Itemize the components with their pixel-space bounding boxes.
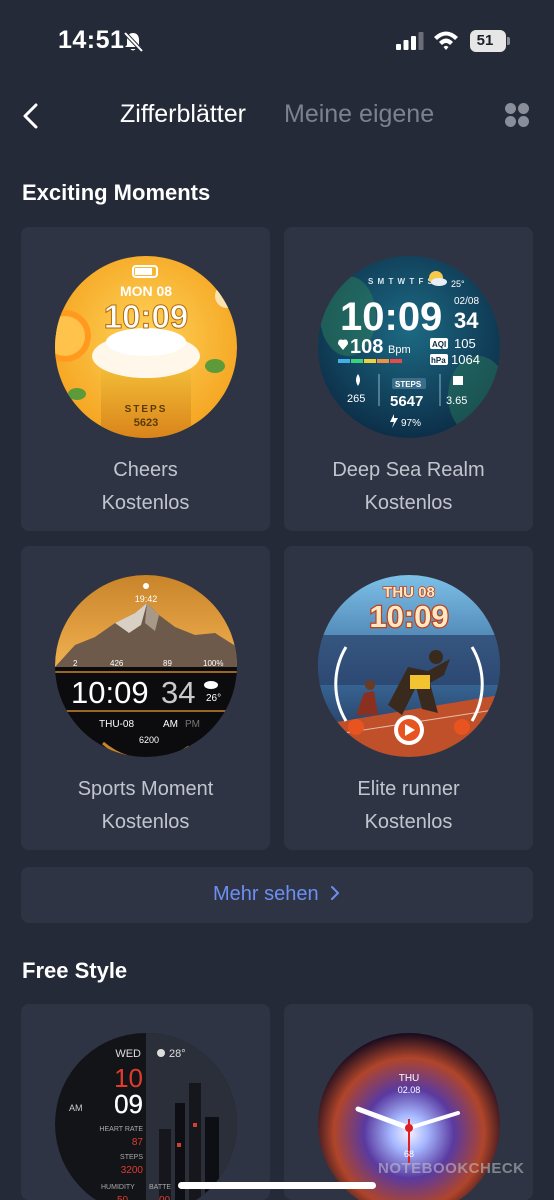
- deepsea-seconds: 34: [454, 308, 479, 333]
- deepsea-hpa: 1064: [451, 352, 480, 367]
- bell-muted-icon: [123, 31, 144, 53]
- see-more-button[interactable]: Mehr sehen: [21, 867, 533, 923]
- sports-stat4: 100%: [203, 659, 223, 668]
- cellular-signal-icon: [396, 32, 424, 50]
- sports-seconds: 34: [161, 675, 195, 710]
- sports-sunset: 19:42: [135, 594, 158, 604]
- watchface-preview-elite-runner: THU 08 10:09: [318, 575, 500, 757]
- watchface-price: Kostenlos: [101, 811, 190, 833]
- city-heart-label: HEART RATE: [99, 1126, 143, 1133]
- tab-my-own[interactable]: Meine eigene: [284, 100, 434, 129]
- watchface-name: Deep Sea Realm: [332, 459, 485, 481]
- back-chevron-icon[interactable]: [20, 102, 42, 130]
- cheers-date: MON 08: [120, 283, 172, 299]
- runner-time: 10:09: [369, 599, 448, 634]
- nebula-date: 02.08: [398, 1085, 421, 1095]
- sports-stat2: 426: [110, 659, 124, 668]
- sports-temp: 26°: [206, 693, 221, 704]
- watchface-card-freestyle-1[interactable]: WED 28° 10 09 AM HEART RATE 87 STEPS 320…: [21, 1004, 270, 1200]
- deepsea-battery: 97%: [401, 418, 421, 429]
- battery-icon: 51: [470, 30, 510, 52]
- sports-stat3: 89: [163, 659, 172, 668]
- watchface-preview-city: WED 28° 10 09 AM HEART RATE 87 STEPS 320…: [55, 1033, 237, 1200]
- city-minute: 09: [114, 1089, 143, 1119]
- status-time: 14:51: [58, 26, 125, 54]
- watchface-name: Elite runner: [357, 778, 460, 800]
- battery-level: 51: [476, 32, 494, 49]
- sports-steps: 6200: [139, 735, 159, 745]
- city-humidity: 50: [117, 1195, 129, 1200]
- sports-date: THU-08: [99, 719, 134, 730]
- deepsea-calories: 265: [347, 393, 365, 405]
- city-steps: 3200: [121, 1165, 144, 1176]
- deepsea-aqi: 105: [454, 336, 476, 351]
- wifi-icon: [434, 31, 458, 50]
- watchface-price: Kostenlos: [101, 492, 190, 514]
- watchface-card-cheers[interactable]: MON 08 10:09 STEPS 5623 Cheers Kostenlos: [21, 227, 270, 531]
- chevron-right-icon: [331, 886, 340, 900]
- deepsea-aqi-label: AQI: [432, 340, 446, 349]
- city-humidity-label: HUMIDITY: [101, 1184, 135, 1191]
- watermark: NOTEBOOKCHECK: [378, 1160, 525, 1177]
- watchface-price: Kostenlos: [364, 811, 453, 833]
- tab-watch-faces[interactable]: Zifferblätter: [120, 100, 246, 129]
- see-more-label: Mehr sehen: [212, 883, 319, 905]
- watchface-card-sports-moment[interactable]: 19:42 2 426 89 100% 10:09 34 26° THU-08 …: [21, 546, 270, 850]
- city-ampm: AM: [69, 1103, 83, 1113]
- sports-ampm: AM: [163, 719, 178, 730]
- section-title-exciting-moments: Exciting Moments: [22, 180, 211, 205]
- city-day: WED: [115, 1048, 141, 1060]
- watchface-card-elite-runner[interactable]: THU 08 10:09 Elite runner Kostenlos: [284, 546, 533, 850]
- city-heart: 87: [132, 1137, 144, 1148]
- city-steps-label: STEPS: [120, 1154, 143, 1161]
- deepsea-weekdays: S M T W T F S: [368, 277, 434, 286]
- deepsea-time: 10:09: [340, 295, 442, 339]
- deepsea-steps-label: STEPS: [395, 380, 422, 389]
- city-battery: 00: [159, 1195, 171, 1200]
- cheers-steps-label: STEPS: [125, 404, 168, 415]
- nebula-bottom: 68: [404, 1149, 414, 1159]
- deepsea-bpm-unit: Bpm: [388, 344, 411, 356]
- section-title-free-style: Free Style: [22, 958, 128, 983]
- deepsea-hpa-label: hPa: [431, 356, 446, 365]
- watchface-preview-cheers: MON 08 10:09 STEPS 5623: [55, 256, 237, 438]
- sports-time: 10:09: [71, 675, 149, 710]
- grid-menu-icon[interactable]: [504, 102, 530, 128]
- cheers-steps: 5623: [134, 417, 158, 429]
- deepsea-steps: 5647: [390, 393, 423, 410]
- home-indicator[interactable]: [178, 1182, 376, 1189]
- city-temp: 28°: [169, 1048, 186, 1060]
- nebula-day: THU: [399, 1073, 420, 1084]
- sports-stat1: 2: [73, 659, 78, 668]
- cheers-time: 10:09: [104, 298, 188, 335]
- watchface-name: Cheers: [113, 459, 178, 481]
- deepsea-bpm: 108: [350, 336, 383, 358]
- deepsea-date: 02/08: [454, 296, 479, 307]
- sports-pm: PM: [185, 719, 200, 730]
- watchface-preview-deep-sea-realm: S M T W T F S 25° 10:09 02/08 34 108 Bpm…: [318, 256, 500, 438]
- watchface-card-deep-sea-realm[interactable]: S M T W T F S 25° 10:09 02/08 34 108 Bpm…: [284, 227, 533, 531]
- watchface-preview-sports-moment: 19:42 2 426 89 100% 10:09 34 26° THU-08 …: [55, 575, 237, 757]
- status-bar: 14:51 51: [0, 0, 554, 80]
- watchface-name: Sports Moment: [77, 778, 214, 800]
- watchface-price: Kostenlos: [364, 492, 453, 514]
- deepsea-distance: 3.65: [446, 395, 467, 407]
- city-battery-label: BATTE: [149, 1184, 171, 1191]
- deepsea-temp: 25°: [451, 279, 465, 289]
